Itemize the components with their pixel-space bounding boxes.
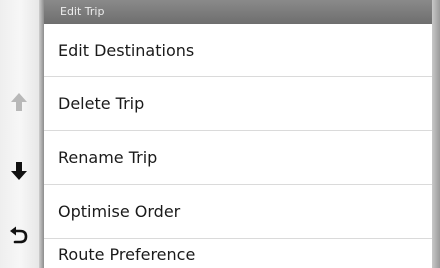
menu-item-route-preference[interactable]: Route Preference [44,239,432,268]
menu-item-delete-trip[interactable]: Delete Trip [44,77,432,131]
edit-trip-menu: Edit Destinations Delete Trip Rename Tri… [44,24,432,268]
back-button[interactable] [0,210,38,260]
arrow-down-icon [10,161,28,181]
scroll-down-button[interactable] [0,146,38,196]
menu-item-rename-trip[interactable]: Rename Trip [44,131,432,185]
edit-trip-screen: Edit Trip Edit Destinations Delete Trip … [0,0,440,268]
menu-item-label: Rename Trip [58,148,158,167]
menu-item-label: Delete Trip [58,94,145,113]
arrow-up-icon [10,92,28,112]
back-icon [9,225,29,245]
menu-item-label: Optimise Order [58,202,181,221]
menu-item-edit-destinations[interactable]: Edit Destinations [44,24,432,77]
screen-frame-edge [432,0,440,268]
scroll-up-button[interactable] [0,77,38,127]
menu-item-label: Edit Destinations [58,40,195,60]
page-title: Edit Trip [44,0,432,24]
menu-item-label: Route Preference [58,245,196,264]
menu-item-optimise-order[interactable]: Optimise Order [44,185,432,239]
scroll-rail [0,0,44,268]
